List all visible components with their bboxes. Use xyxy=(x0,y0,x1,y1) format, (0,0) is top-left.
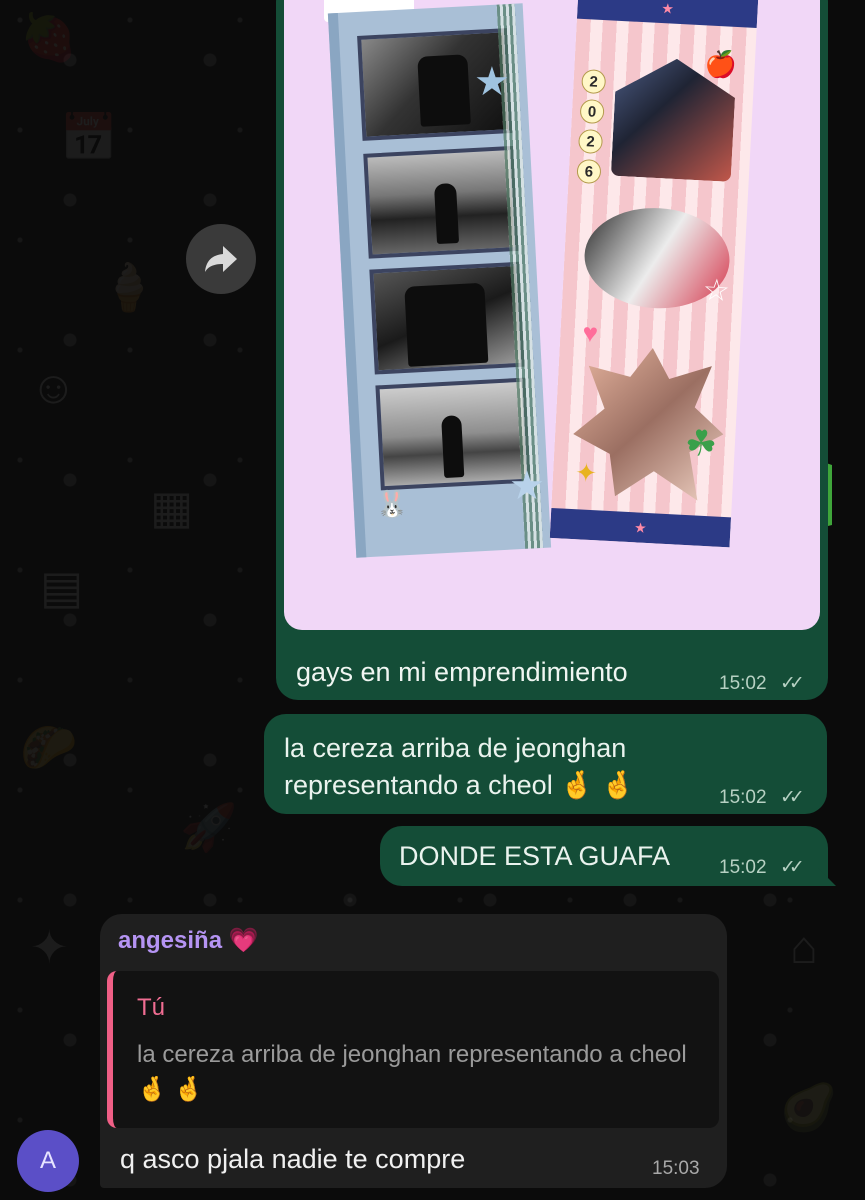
star-sticker-icon: ★ xyxy=(509,464,545,508)
outgoing-image-message[interactable]: 🐰 ★ ★ ★ 2 0 2 6 🍎 ♥ ☘ ☆ ✦ ★ xyxy=(276,0,828,700)
window-doodle-icon: ▦ xyxy=(150,481,194,533)
photo-strip-right: ★ 2 0 2 6 🍎 ♥ ☘ ☆ ✦ ★ xyxy=(549,0,759,548)
strip-band-top: ★ xyxy=(576,0,759,29)
sparkle-sticker-icon: ✦ xyxy=(574,457,598,489)
taco-doodle-icon: 🌮 xyxy=(20,721,78,773)
read-receipt-icon: ✓✓ xyxy=(780,857,805,878)
smiley-doodle-icon: ☺ xyxy=(30,361,77,413)
incoming-message[interactable]: angesiña 💗 Tú la cereza arriba de jeongh… xyxy=(100,914,727,1188)
strip-photo xyxy=(363,145,519,259)
message-time: 15:02 xyxy=(719,673,767,694)
avocado-doodle-icon: 🥑 xyxy=(780,1081,838,1133)
star-sticker-icon: ★ xyxy=(474,60,510,104)
sender-name[interactable]: angesiña 💗 xyxy=(118,926,259,955)
avatar[interactable]: A xyxy=(17,1130,79,1192)
message-text: la cereza arriba de jeonghan representan… xyxy=(284,733,635,800)
message-time: 15:02 xyxy=(719,857,767,878)
clover-sticker-icon: ☘ xyxy=(683,421,719,465)
calculator-doodle-icon: ▤ xyxy=(40,561,84,613)
read-receipt-icon: ✓✓ xyxy=(780,673,805,694)
message-text: DONDE ESTA GUAFA xyxy=(399,841,671,871)
strip-photo xyxy=(369,261,525,375)
year-digits: 2 0 2 6 xyxy=(576,68,608,190)
image-caption: gays en mi emprendimiento xyxy=(296,657,628,687)
strip-photo xyxy=(375,377,531,491)
star-sticker-icon: ☆ xyxy=(702,273,731,308)
forward-arrow-icon xyxy=(205,246,237,272)
bunny-sticker-icon: 🐰 xyxy=(374,487,409,520)
read-receipt-icon: ✓✓ xyxy=(780,787,805,808)
calendar-doodle-icon: 📅 xyxy=(60,111,118,163)
message-text: q asco pjala nadie te compre xyxy=(120,1144,466,1174)
bubble-tail xyxy=(818,868,836,886)
outgoing-message[interactable]: la cereza arriba de jeonghan representan… xyxy=(264,714,827,814)
strip-band-bottom: ★ xyxy=(549,507,732,548)
quote-text: la cereza arriba de jeonghan representan… xyxy=(137,1041,687,1103)
strawberry-doodle-icon: 🍓 xyxy=(20,11,78,63)
rocket-doodle-icon: 🚀 xyxy=(180,801,238,853)
heart-sticker-icon: ♥ xyxy=(581,317,599,349)
message-time: 15:03 xyxy=(652,1158,700,1179)
message-time: 15:02 xyxy=(719,787,767,808)
photo-attachment[interactable]: 🐰 ★ ★ ★ 2 0 2 6 🍎 ♥ ☘ ☆ ✦ ★ xyxy=(284,0,820,630)
apple-sticker-icon: 🍎 xyxy=(703,48,738,81)
pot-doodle-icon: ⌂ xyxy=(790,921,818,973)
outgoing-message[interactable]: DONDE ESTA GUAFA 15:02 ✓✓ xyxy=(380,826,828,886)
star-doodle-icon: ✦ xyxy=(30,921,69,973)
forward-button[interactable] xyxy=(186,224,256,294)
quote-author: Tú xyxy=(137,994,166,1021)
quoted-reply[interactable]: Tú la cereza arriba de jeonghan represen… xyxy=(107,971,719,1128)
popsicle-doodle-icon: 🍦 xyxy=(100,261,158,313)
